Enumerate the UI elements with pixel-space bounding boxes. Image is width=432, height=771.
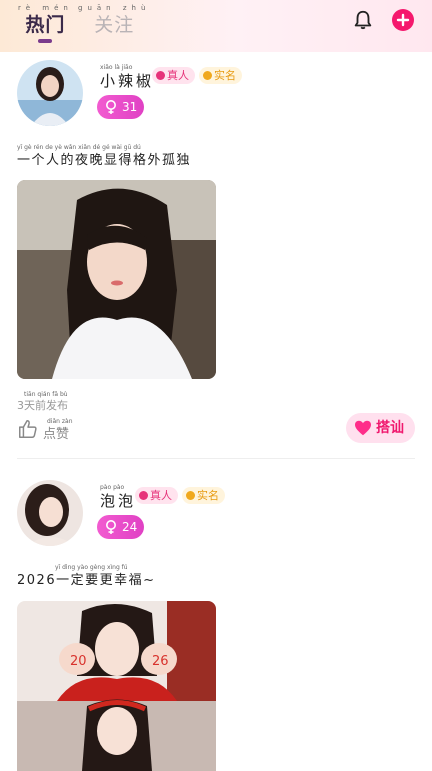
post-content-pinyin: yī dìng yào gèng xìng fú xyxy=(55,564,128,571)
post-content: yī dìng yào gèng xìng fú 2026一定要更幸福~ xyxy=(17,564,155,590)
username-pinyin: xiǎo là jiāo xyxy=(100,64,133,71)
tab-follow[interactable]: guān zhù 关注 xyxy=(78,4,150,37)
tab-follow-pinyin: guān zhù xyxy=(78,4,151,12)
username[interactable]: xiǎo là jiāo 小辣椒 xyxy=(100,64,154,90)
post-photo[interactable]: 20 26 xyxy=(17,601,216,771)
thumbs-up-icon xyxy=(19,420,37,438)
post-card: pào pào 泡泡 真人 实名 24 yī dìng yào gèng xìn… xyxy=(0,472,432,771)
top-bar: rè mén 热门 guān zhù 关注 xyxy=(0,0,432,52)
verified-icon xyxy=(186,491,195,500)
post-time-text: 3天前发布 xyxy=(17,399,68,412)
post-time-pinyin: tiān qián fā bù xyxy=(24,391,68,398)
avatar[interactable] xyxy=(17,480,83,546)
chat-up-label: 搭讪 xyxy=(376,420,404,436)
female-icon xyxy=(106,100,116,114)
real-person-badge: 真人 xyxy=(152,67,195,84)
bell-icon[interactable] xyxy=(352,9,374,31)
female-icon xyxy=(106,520,116,534)
verified-badge: 实名 xyxy=(182,487,225,504)
female-age-badge: 31 xyxy=(97,95,144,119)
post-content: yī gè rén de yè wǎn xiǎn dé gé wài gū dú… xyxy=(17,144,191,170)
post-divider xyxy=(17,458,415,459)
verified-badge: 实名 xyxy=(199,67,242,84)
female-age-badge: 24 xyxy=(97,515,144,539)
age-value: 31 xyxy=(122,100,138,114)
post-content-text: 一个人的夜晚显得格外孤独 xyxy=(17,153,192,168)
post-card: xiǎo là jiāo 小辣椒 真人 实名 31 yī gè rén de y… xyxy=(0,52,432,460)
post-time: tiān qián fā bù 3天前发布 xyxy=(17,391,68,413)
tab-hot-label: 热门 xyxy=(25,14,66,36)
real-person-label: 真人 xyxy=(150,489,172,502)
real-person-label: 真人 xyxy=(167,69,189,82)
tab-active-indicator xyxy=(38,39,53,43)
chat-up-button[interactable]: 搭讪 xyxy=(346,413,415,443)
tab-hot[interactable]: rè mén 热门 xyxy=(18,4,73,43)
plus-icon[interactable] xyxy=(392,9,414,31)
real-person-icon xyxy=(139,491,148,500)
svg-text:20: 20 xyxy=(70,654,87,669)
post-photo[interactable] xyxy=(17,180,216,379)
tab-follow-label: 关注 xyxy=(94,14,135,36)
like-label: 点赞 xyxy=(43,427,70,442)
tab-hot-pinyin: rè mén xyxy=(18,4,73,12)
post-content-pinyin: yī gè rén de yè wǎn xiǎn dé gé wài gū dú xyxy=(17,144,141,151)
avatar[interactable] xyxy=(17,60,83,126)
like-pinyin: diǎn zàn xyxy=(47,418,73,425)
verified-icon xyxy=(203,71,212,80)
post-content-text: 2026一定要更幸福~ xyxy=(17,573,156,588)
real-person-badge: 真人 xyxy=(135,487,178,504)
verified-label: 实名 xyxy=(214,69,236,82)
username[interactable]: pào pào 泡泡 xyxy=(100,484,136,510)
heart-icon xyxy=(355,420,371,436)
age-value: 24 xyxy=(122,520,138,534)
username-text: 泡泡 xyxy=(100,492,137,510)
verified-label: 实名 xyxy=(197,489,219,502)
like-button[interactable]: diǎn zàn 点赞 xyxy=(17,416,87,446)
username-pinyin: pào pào xyxy=(100,484,125,491)
real-person-icon xyxy=(156,71,165,80)
username-text: 小辣椒 xyxy=(100,72,155,90)
svg-text:26: 26 xyxy=(152,654,169,669)
